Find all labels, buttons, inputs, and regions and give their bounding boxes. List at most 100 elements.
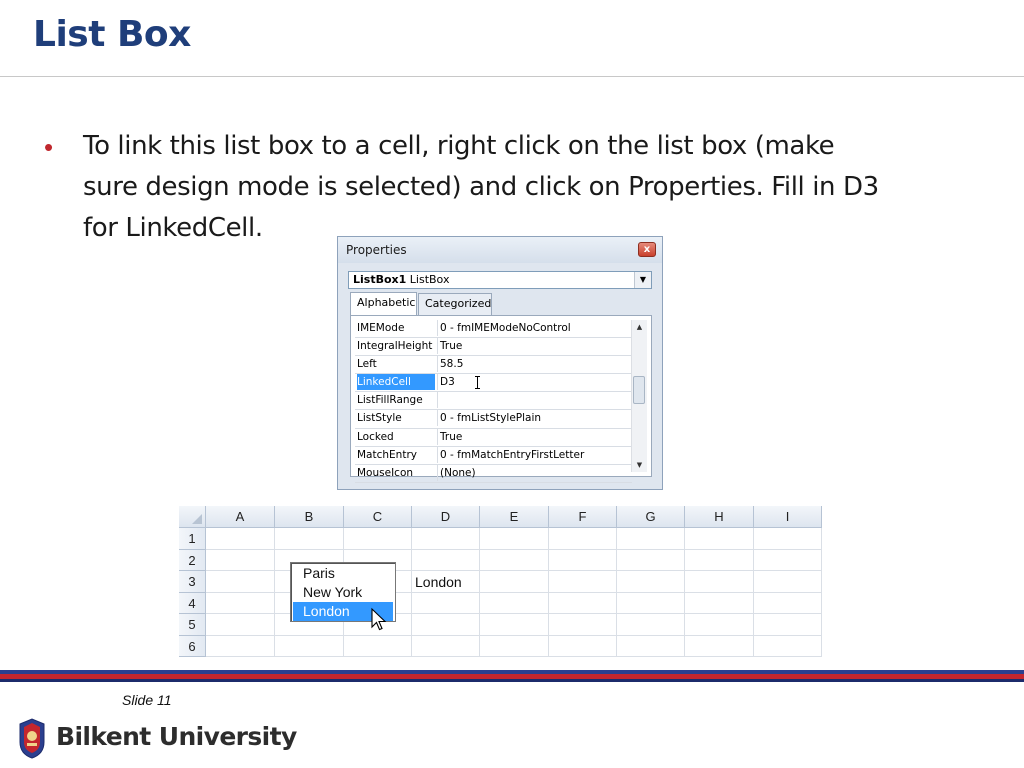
property-value[interactable]: True [437,338,634,355]
cell-a5[interactable] [206,614,275,636]
cell-h4[interactable] [685,592,754,614]
property-value[interactable]: (None) [437,464,634,481]
cell-f2[interactable] [549,549,617,571]
dropdown-arrow-icon[interactable]: ▼ [634,272,651,288]
cell-d3-value[interactable]: London [415,574,462,590]
scroll-thumb[interactable] [633,376,645,404]
cell-d5[interactable] [412,614,480,636]
cell-i4[interactable] [754,592,822,614]
cell-d4[interactable] [412,592,480,614]
property-row[interactable]: Locked True [355,428,634,447]
row-header-6[interactable]: 6 [179,635,206,657]
column-header-b[interactable]: B [275,506,344,528]
cell-f4[interactable] [549,592,617,614]
cell-e6[interactable] [480,635,549,657]
property-row[interactable]: MouseIcon (None) [355,464,634,483]
bullet-text: To link this list box to a cell, right c… [83,126,983,249]
property-value[interactable]: 58.5 [437,356,634,373]
row-header-3[interactable]: 3 [179,571,206,593]
property-row[interactable]: MatchEntry 0 - fmMatchEntryFirstLetter [355,446,634,465]
row-header-4[interactable]: 4 [179,592,206,614]
cell-h2[interactable] [685,549,754,571]
properties-titlebar[interactable]: Properties x [338,237,662,263]
tab-categorized[interactable]: Categorized [418,293,492,315]
cell-f3[interactable] [549,571,617,593]
object-selector[interactable]: ListBox1 ListBox ▼ [348,271,652,289]
text-cursor-icon [475,376,480,390]
cell-a4[interactable] [206,592,275,614]
cell-e2[interactable] [480,549,549,571]
column-header-h[interactable]: H [685,506,754,528]
cell-i5[interactable] [754,614,822,636]
cell-h1[interactable] [685,528,754,550]
cell-g6[interactable] [617,635,685,657]
column-header-g[interactable]: G [617,506,685,528]
property-row[interactable]: ListFillRange [355,392,634,411]
linkedcell-value-input[interactable]: D3 [437,374,634,391]
property-name: ListStyle [357,412,402,425]
object-type: ListBox [409,273,450,286]
property-value[interactable]: 0 - fmListStylePlain [437,410,634,427]
cell-e3[interactable] [480,571,549,593]
property-value[interactable]: True [437,428,634,445]
cell-e1[interactable] [480,528,549,550]
property-name: IMEMode [357,322,405,334]
cell-i3[interactable] [754,571,822,593]
cell-b1[interactable] [275,528,344,550]
close-icon[interactable]: x [638,242,656,257]
property-scrollbar[interactable]: ▲ ▼ [631,320,647,472]
cell-f1[interactable] [549,528,617,550]
cell-b6[interactable] [275,635,344,657]
property-row-linkedcell[interactable]: LinkedCell D3 [355,374,634,393]
cell-g1[interactable] [617,528,685,550]
select-all-corner[interactable] [179,506,206,528]
column-header-d[interactable]: D [412,506,480,528]
scroll-down-icon[interactable]: ▼ [632,458,647,472]
cell-c6[interactable] [344,635,412,657]
cell-a3[interactable] [206,571,275,593]
property-name: Locked [357,430,394,443]
cell-i6[interactable] [754,635,822,657]
cell-i2[interactable] [754,549,822,571]
tab-alphabetic[interactable]: Alphabetic [350,292,417,316]
property-row[interactable]: IntegralHeight True [355,338,634,357]
cell-g5[interactable] [617,614,685,636]
cell-d2[interactable] [412,549,480,571]
row-header-2[interactable]: 2 [179,549,206,571]
cell-f5[interactable] [549,614,617,636]
cell-f6[interactable] [549,635,617,657]
cell-a6[interactable] [206,635,275,657]
slide-number: Slide 11 [122,692,172,708]
cell-c1[interactable] [344,528,412,550]
property-row[interactable]: IMEMode 0 - fmIMEModeNoControl [355,320,634,339]
cell-e4[interactable] [480,592,549,614]
cell-a2[interactable] [206,549,275,571]
scroll-up-icon[interactable]: ▲ [632,320,647,334]
column-header-c[interactable]: C [344,506,412,528]
column-header-i[interactable]: I [754,506,822,528]
cell-e5[interactable] [480,614,549,636]
cell-h5[interactable] [685,614,754,636]
cell-h6[interactable] [685,635,754,657]
column-header-e[interactable]: E [480,506,549,528]
cell-h3[interactable] [685,571,754,593]
cell-d6[interactable] [412,635,480,657]
column-header-f[interactable]: F [549,506,617,528]
listbox-item[interactable]: New York [293,583,393,602]
row-header-5[interactable]: 5 [179,614,206,636]
listbox-item[interactable]: Paris [293,564,393,583]
property-value[interactable] [437,392,634,409]
cell-d1[interactable] [412,528,480,550]
column-header-a[interactable]: A [206,506,275,528]
property-value[interactable]: 0 - fmIMEModeNoControl [437,320,634,336]
cell-g4[interactable] [617,592,685,614]
property-row[interactable]: ListStyle 0 - fmListStylePlain [355,410,634,429]
cell-i1[interactable] [754,528,822,550]
cell-g2[interactable] [617,549,685,571]
property-value[interactable]: 0 - fmMatchEntryFirstLetter [437,446,634,463]
row-header-1[interactable]: 1 [179,528,206,550]
cell-a1[interactable] [206,528,275,550]
property-row[interactable]: Left 58.5 [355,356,634,375]
bullet-icon: • [44,132,54,162]
cell-g3[interactable] [617,571,685,593]
